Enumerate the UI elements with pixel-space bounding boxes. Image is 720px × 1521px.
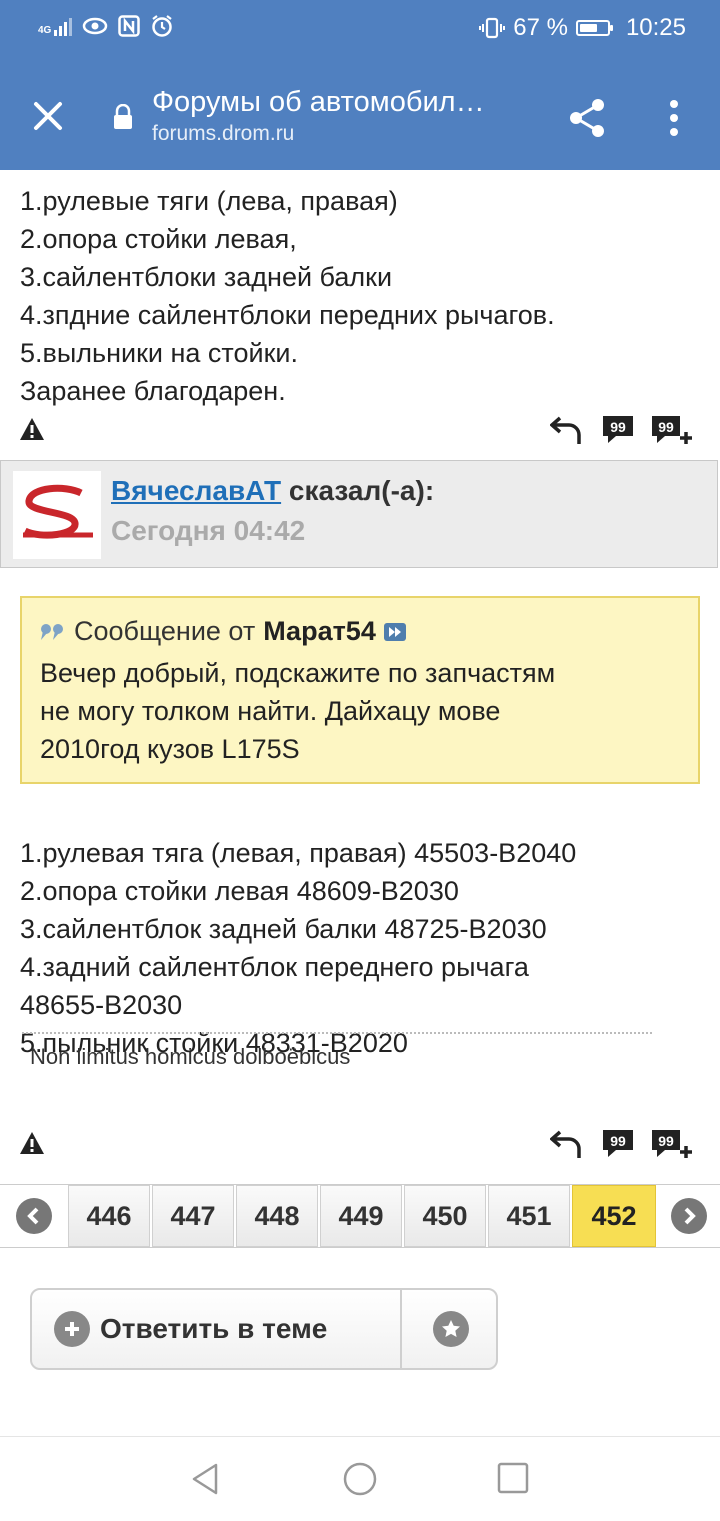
nfc-icon bbox=[118, 15, 141, 37]
close-icon[interactable] bbox=[26, 94, 70, 138]
reply-arrow-icon[interactable] bbox=[550, 412, 586, 446]
first-post-text: 1.рулевые тяги (лева, правая) 2.опора сто… bbox=[20, 144, 555, 448]
alarm-icon bbox=[152, 15, 173, 37]
post-author-line: ВячеславАТ сказал(-а): bbox=[111, 475, 434, 507]
answer-line: 2.опора стойки левая 48609-B2030 bbox=[20, 876, 459, 906]
report-icon[interactable] bbox=[18, 1130, 46, 1156]
page-link[interactable]: 448 bbox=[236, 1185, 318, 1247]
quote-author: Марат54 bbox=[263, 616, 376, 646]
first-post-line: 3.сайлентблоки задней балки bbox=[20, 262, 393, 292]
page-link[interactable]: 446 bbox=[68, 1185, 150, 1247]
answer-line: 4.задний сайлентблок переднего рычага bbox=[20, 952, 529, 982]
page-link[interactable]: 451 bbox=[488, 1185, 570, 1247]
post-actions: 99 99 bbox=[0, 412, 720, 452]
post-header: ВячеславАТ сказал(-а): Сегодня 04:42 bbox=[0, 460, 718, 568]
page-link[interactable]: 447 bbox=[152, 1185, 234, 1247]
prev-page-button[interactable] bbox=[2, 1185, 66, 1247]
reply-in-thread-button[interactable]: Ответить в теме bbox=[32, 1290, 400, 1368]
quote-icon[interactable]: 99 bbox=[600, 412, 636, 446]
jump-to-post-icon[interactable] bbox=[383, 622, 406, 641]
status-bar: 4G 67 % 10:25 bbox=[0, 0, 720, 60]
first-post-line: 1.рулевые тяги (лева, правая) bbox=[20, 186, 398, 216]
vibrate-icon bbox=[479, 17, 506, 39]
page-link-current[interactable]: 452 bbox=[572, 1185, 656, 1247]
quote-body: Вечер добрый, подскажите по запчастям не… bbox=[40, 658, 556, 764]
quote-marks-icon bbox=[41, 623, 63, 640]
address-bar[interactable]: Форумы об автомобил… forums.drom.ru bbox=[152, 84, 532, 148]
post-date: Сегодня 04:42 bbox=[111, 515, 306, 546]
signal-icon: 4G bbox=[38, 16, 73, 36]
signature-divider bbox=[22, 1032, 652, 1034]
eye-icon bbox=[83, 17, 108, 35]
battery-percent: 67 % bbox=[513, 14, 568, 41]
battery-level bbox=[579, 24, 597, 32]
star-icon bbox=[433, 1311, 469, 1347]
answer-line: 3.сайлентблок задней балки 48725-B2030 bbox=[20, 914, 547, 944]
more-vert-icon[interactable] bbox=[654, 96, 694, 140]
clock: 10:25 bbox=[625, 14, 686, 41]
lock-icon bbox=[114, 104, 132, 129]
battery-icon bbox=[575, 20, 613, 36]
svg-text:99: 99 bbox=[658, 1133, 674, 1149]
multi-quote-icon[interactable]: 99 bbox=[650, 412, 692, 446]
signature: Non limitus homicus dolboëbicus bbox=[30, 1044, 351, 1069]
avatar[interactable] bbox=[13, 471, 101, 559]
plus-icon bbox=[54, 1311, 90, 1347]
next-page-button[interactable] bbox=[658, 1185, 720, 1247]
reply-label: Ответить в теме bbox=[100, 1313, 328, 1344]
system-navigation-bar bbox=[0, 1436, 720, 1521]
author-link[interactable]: ВячеславАТ bbox=[111, 475, 281, 506]
svg-text:99: 99 bbox=[610, 1133, 626, 1149]
reply-button-group: Ответить в теме bbox=[30, 1288, 498, 1370]
report-icon[interactable] bbox=[18, 416, 46, 442]
first-post-line: Заранее благодарен. bbox=[20, 376, 286, 406]
answer-line: 1.рулевая тяга (левая, правая) 45503-B20… bbox=[20, 838, 577, 868]
quote-icon[interactable]: 99 bbox=[600, 1126, 636, 1160]
svg-text:99: 99 bbox=[658, 419, 674, 435]
reply-arrow-icon[interactable] bbox=[550, 1126, 586, 1160]
page-link[interactable]: 450 bbox=[404, 1185, 486, 1247]
first-post-line: 4.зпдние сайлентблоки передних рычагов. bbox=[20, 300, 555, 330]
home-icon[interactable] bbox=[342, 1461, 378, 1497]
subscribe-button[interactable] bbox=[400, 1290, 496, 1368]
browser-header: 4G 67 % 10:25 Форумы об автомобил… forum… bbox=[0, 0, 720, 170]
quote-header: Сообщение от Марат54 bbox=[40, 616, 406, 647]
pagination: 446 447 448 449 450 451 452 bbox=[0, 1184, 720, 1248]
quote-prefix: Сообщение от bbox=[74, 616, 256, 646]
first-post-line: 5.выльники на стойки. bbox=[20, 338, 298, 368]
first-post-line: 2.опора стойки левая, bbox=[20, 224, 297, 254]
page-link[interactable]: 449 bbox=[320, 1185, 402, 1247]
said-label: сказал(-а): bbox=[288, 475, 435, 506]
recents-icon[interactable] bbox=[496, 1461, 530, 1495]
chevron-right-icon bbox=[671, 1198, 707, 1234]
svg-text:99: 99 bbox=[610, 419, 626, 435]
network-type: 4G bbox=[38, 25, 52, 36]
share-icon[interactable] bbox=[566, 96, 610, 140]
quote-block: Сообщение от Марат54 Вечер добрый, подск… bbox=[20, 596, 700, 784]
post-actions: 99 99 bbox=[0, 1126, 720, 1166]
chevron-left-icon bbox=[16, 1198, 52, 1234]
multi-quote-icon[interactable]: 99 bbox=[650, 1126, 692, 1160]
page-title: Форумы об автомобил… bbox=[152, 86, 485, 118]
page-url: forums.drom.ru bbox=[152, 122, 295, 145]
back-icon[interactable] bbox=[188, 1461, 224, 1497]
answer-line: 48655-B2030 bbox=[20, 990, 183, 1020]
